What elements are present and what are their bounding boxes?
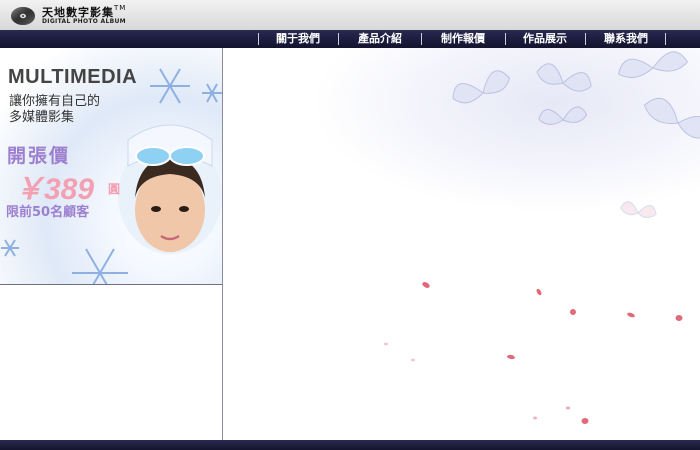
nav-item-contact[interactable]: 聯系我們	[589, 30, 663, 48]
butterfly-icon	[452, 70, 511, 104]
butterfly-icon	[538, 106, 588, 125]
main-content-area	[223, 48, 700, 440]
nav-separator	[338, 33, 339, 45]
nav-item-pricing[interactable]: 制作報價	[425, 30, 501, 48]
nav-separator	[258, 33, 259, 45]
butterfly-icon	[617, 51, 689, 79]
promo-limit-note: 限前50名顧客	[6, 205, 90, 220]
model-portrait	[118, 124, 222, 254]
nav-separator	[585, 33, 586, 45]
nav-separator	[665, 33, 666, 45]
main-nav: 關于我們 產品介紹 制作報價 作品展示 聯系我們	[0, 30, 700, 48]
price-unit: 圓	[108, 182, 121, 196]
footer-bar	[0, 440, 700, 450]
brand-subtitle: DIGITAL PHOTO ALBUM	[42, 18, 126, 25]
nav-separator	[421, 33, 422, 45]
petals-decoration	[384, 282, 683, 424]
cd-disc-icon	[11, 7, 35, 25]
butterfly-background	[384, 51, 700, 424]
promo-banner[interactable]: MULTIMEDIA 讓你擁有自己的 多媒體影集 開張價 ￥389 圓 限前50…	[0, 48, 222, 284]
butterfly-icon	[536, 63, 592, 92]
nav-item-about[interactable]: 關于我們	[262, 30, 334, 48]
site-header: 天地數字影集TM DIGITAL PHOTO ALBUM	[0, 0, 700, 30]
panel-divider	[0, 284, 222, 285]
promo-tagline-2: 多媒體影集	[9, 110, 75, 125]
nav-separator	[505, 33, 506, 45]
nav-item-portfolio[interactable]: 作品展示	[509, 30, 581, 48]
butterfly-icon	[643, 97, 700, 139]
butterfly-icon	[620, 201, 657, 219]
nav-item-products[interactable]: 產品介紹	[342, 30, 418, 48]
trademark-mark: TM	[114, 4, 127, 12]
promo-title: MULTIMEDIA	[8, 66, 138, 88]
